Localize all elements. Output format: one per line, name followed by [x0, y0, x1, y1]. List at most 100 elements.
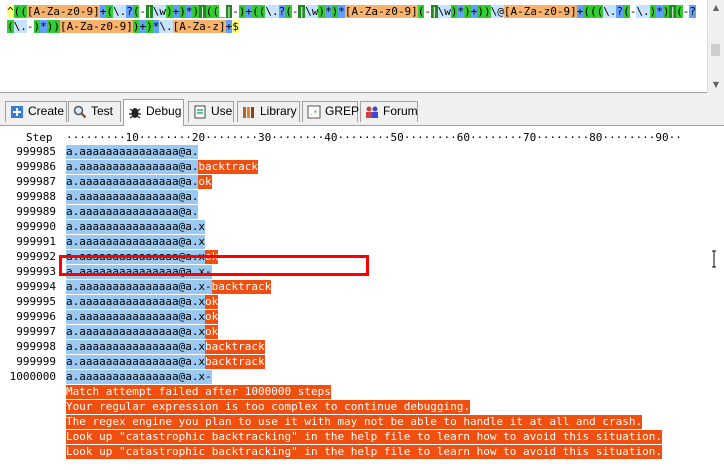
debug-row: 1000000 a.aaaaaaaaaaaaaaa@a. x-	[0, 370, 724, 384]
match-tail: x-	[198, 370, 212, 384]
regex-token: ^	[7, 5, 14, 18]
step-number: 1000000	[9, 370, 56, 383]
regex-token: -	[232, 5, 239, 18]
regex-scrollbar[interactable]: ▲ ▼	[707, 0, 724, 93]
warning-message: The regex engine you plan to use it with…	[66, 415, 643, 429]
step-status: backtrack	[211, 280, 272, 294]
match-tail: x	[198, 295, 206, 309]
regex-token: )	[464, 5, 471, 18]
scroll-down-icon[interactable]: ▼	[708, 78, 724, 92]
create-icon	[11, 106, 23, 118]
regex-token: *	[656, 5, 663, 18]
regex-token: \.	[159, 20, 173, 33]
regex-token: [A-Za-z0-9]	[344, 5, 418, 18]
matched-text: a.aaaaaaaaaaaaaaa@a.	[66, 325, 199, 339]
regex-token: -	[424, 5, 431, 18]
regex-token: \w	[305, 5, 319, 18]
warning-message: Look up "catastrophic backtracking" in t…	[66, 430, 663, 444]
step-number: 999998	[16, 340, 56, 353]
regex-token: )	[146, 20, 153, 33]
text-cursor-icon	[712, 250, 716, 268]
regex-token: $	[232, 20, 239, 33]
matched-text: a.aaaaaaaaaaaaaaa@a.	[66, 235, 199, 249]
matched-text: a.aaaaaaaaaaaaaaa@a.	[66, 220, 199, 234]
tab-forum[interactable]: Forum	[360, 101, 418, 122]
tab-use[interactable]: Use	[188, 101, 234, 122]
step-status: backtrack	[198, 160, 258, 174]
tab-create[interactable]: Create	[5, 101, 67, 122]
regex-token: )	[477, 5, 484, 18]
regex-token: )	[179, 5, 186, 18]
regex-token: ?	[126, 5, 133, 18]
failure-highlight-box	[59, 255, 369, 276]
svg-text:.*: .*	[309, 109, 317, 117]
tab-test[interactable]: Test	[68, 101, 121, 122]
regex-token: (	[20, 5, 27, 18]
debug-row: 999996 a.aaaaaaaaaaaaaaa@a. x ok	[0, 310, 724, 324]
match-tail: x	[198, 220, 206, 234]
step-number: 999991	[16, 235, 56, 248]
debug-output[interactable]: Step ·········10········20········30····…	[0, 126, 724, 470]
regex-token: (	[252, 5, 259, 18]
step-number: 999986	[16, 160, 56, 173]
regex-token: \.	[112, 5, 127, 18]
tab-label: Debug	[146, 104, 182, 118]
regex-token: *	[338, 5, 345, 18]
scroll-thumb[interactable]	[711, 44, 720, 56]
step-number: 999992	[16, 250, 56, 263]
regex-token: |	[199, 5, 206, 18]
matched-text: a.aaaaaaaaaaaaaaa@a.	[66, 295, 199, 309]
match-tail: x	[198, 325, 206, 339]
match-tail: x	[198, 310, 206, 324]
tab-library[interactable]: Library	[237, 101, 300, 122]
regex-editor[interactable]: ^(([A-Za-z0-9]+(\.?(-|\w)+)*)|((_|-)+((\…	[0, 0, 724, 93]
regex-token: (	[7, 20, 14, 33]
failure-message: Match attempt failed after 1000000 steps	[66, 385, 331, 399]
regex-token: \.	[603, 5, 617, 18]
debug-row: 999995 a.aaaaaaaaaaaaaaa@a. x ok	[0, 295, 724, 309]
step-status: backtrack	[205, 355, 265, 369]
regex-token: )	[53, 20, 60, 33]
step-number: 999987	[16, 175, 56, 188]
match-tail: x	[198, 340, 206, 354]
debug-row: 999988 a.aaaaaaaaaaaaaaa@a.	[0, 190, 724, 204]
tab-label: Test	[91, 104, 114, 118]
step-status: backtrack	[205, 340, 265, 354]
step-number: 999996	[16, 310, 56, 323]
regex-token: *	[324, 5, 332, 18]
regex-text[interactable]: ^(([A-Za-z0-9]+(\.?(-|\w)+)*)|((_|-)+((\…	[7, 4, 699, 34]
regex-token: (	[676, 5, 683, 18]
forum-icon	[366, 106, 378, 118]
step-number: 999993	[16, 265, 56, 278]
warning-message: Look up "catastrophic backtracking" in t…	[66, 445, 663, 459]
tab-label: Forum	[383, 104, 418, 118]
regex-token: \.	[636, 5, 650, 18]
step-number: 999985	[16, 145, 56, 158]
step-number: 999999	[16, 355, 56, 368]
debug-row: 999999 a.aaaaaaaaaaaaaaa@a. x backtrack	[0, 355, 724, 369]
matched-text: a.aaaaaaaaaaaaaaa@a.	[66, 310, 199, 324]
use-icon	[194, 105, 206, 119]
tab-debug[interactable]: Debug	[123, 99, 184, 126]
matched-text: a.aaaaaaaaaaaaaaa@a.	[66, 355, 199, 369]
grep-icon: .*	[307, 105, 321, 119]
matched-text: a.aaaaaaaaaaaaaaa@a.	[66, 280, 199, 294]
tab-grep[interactable]: .* GREP	[302, 101, 359, 122]
regex-token: )	[483, 5, 491, 18]
step-status: ok	[205, 295, 219, 309]
regex-token: \w	[152, 5, 166, 18]
matched-text: a.aaaaaaaaaaaaaaa@a.	[66, 370, 199, 384]
matched-text: a.aaaaaaaaaaaaaaa@a.	[66, 190, 199, 204]
regex-token: [A-Za-z0-9]	[503, 5, 577, 18]
match-tail: x	[198, 355, 206, 369]
step-number: 999990	[16, 220, 56, 233]
step-number: 999994	[16, 280, 56, 293]
tab-label: Use	[211, 104, 233, 118]
column-ruler: ·········10········20········30········4…	[66, 131, 682, 144]
regex-token: [A-Za-z0-9]	[60, 20, 133, 33]
scroll-up-icon[interactable]: ▲	[708, 1, 724, 15]
tab-bar: Create Test Debug Use Library .* GREP Fo…	[0, 93, 724, 126]
debug-row: 999990 a.aaaaaaaaaaaaaaa@a. x	[0, 220, 724, 234]
regex-token: \.	[13, 20, 27, 33]
step-status: ok	[198, 175, 212, 189]
